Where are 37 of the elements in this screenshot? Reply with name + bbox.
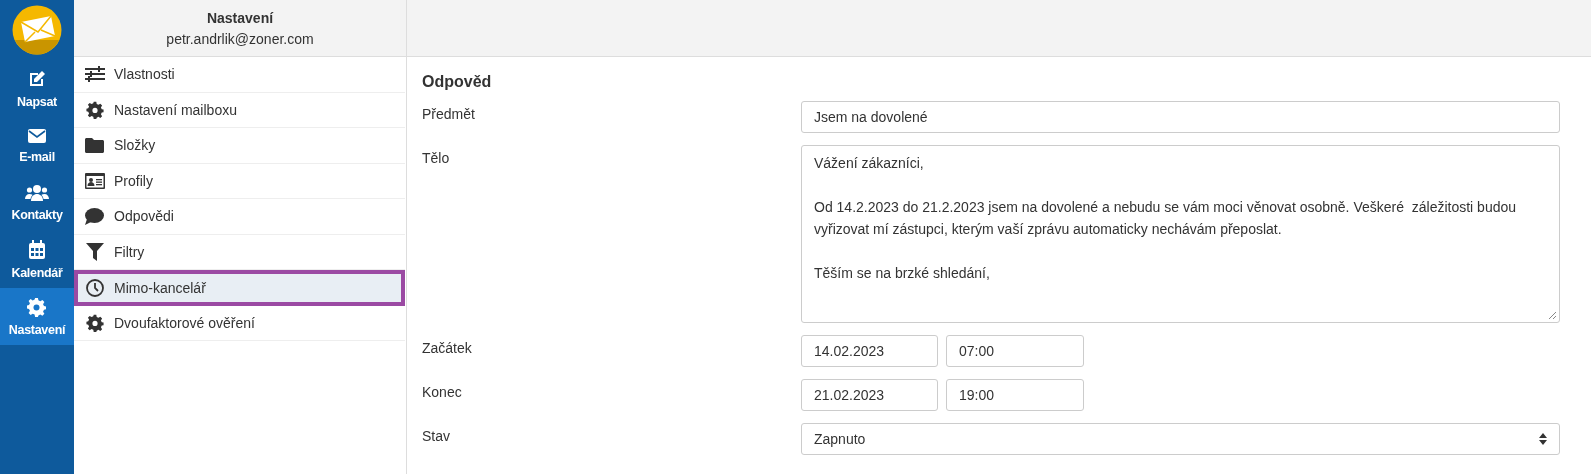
body-text-area[interactable]: Vážení zákazníci, Od 14.2.2023 do 21.2.2023 jsem na dovolené a nebudu se vám moci věnovat osobně. Veškeré záležitosti budou vyřizovat mí zástupci, kterým vaší zprávu automaticky nechávám přeposlat. Těším se na brzké shledání, — [801, 145, 1560, 323]
settings-menu-item[interactable]: Mimo-kancelář — [74, 270, 405, 306]
status-select[interactable]: Zapnuto — [801, 423, 1560, 455]
rail-item[interactable]: Kontakty — [0, 174, 74, 231]
users-icon — [25, 183, 49, 202]
sort-caret-icon — [1539, 433, 1547, 445]
time-field[interactable]: 07:00 — [946, 335, 1084, 367]
time-field[interactable]: 19:00 — [946, 379, 1084, 411]
clock-icon — [85, 278, 104, 297]
envelope-icon — [27, 127, 47, 144]
filter-icon — [85, 242, 104, 261]
subject-field[interactable]: Jsem na dovolené — [801, 101, 1560, 133]
speech-bubble-icon — [85, 207, 104, 225]
settings-title: Nastavení — [206, 9, 274, 26]
settings-icon — [27, 296, 47, 317]
edit-icon — [27, 68, 47, 89]
id-card-icon — [84, 172, 105, 189]
rail-item[interactable]: Napsat — [0, 60, 74, 117]
sliders-icon — [84, 66, 105, 83]
settings-icon — [85, 100, 104, 119]
settings-icon — [85, 313, 104, 332]
resize-grip-icon[interactable] — [1548, 311, 1557, 320]
folder-icon — [85, 137, 104, 153]
field-label: Předmět — [422, 105, 476, 124]
rail-item[interactable]: E-mail — [0, 117, 74, 174]
envelope-logo[interactable] — [12, 5, 62, 55]
account-email: petr.andrlik@zoner.com — [166, 30, 314, 47]
field-label: Konec — [422, 383, 463, 402]
field-label: Stav — [422, 427, 451, 446]
date-field[interactable]: 21.02.2023 — [801, 379, 938, 411]
rail-item[interactable]: Nastavení — [0, 288, 74, 345]
date-field[interactable]: 14.02.2023 — [801, 335, 938, 367]
section-title: Odpověd — [422, 73, 493, 91]
field-label: Tělo — [422, 149, 451, 168]
rail-item[interactable]: Kalendář — [0, 231, 74, 288]
calendar-icon — [28, 239, 46, 260]
field-label: Začátek — [422, 339, 473, 358]
